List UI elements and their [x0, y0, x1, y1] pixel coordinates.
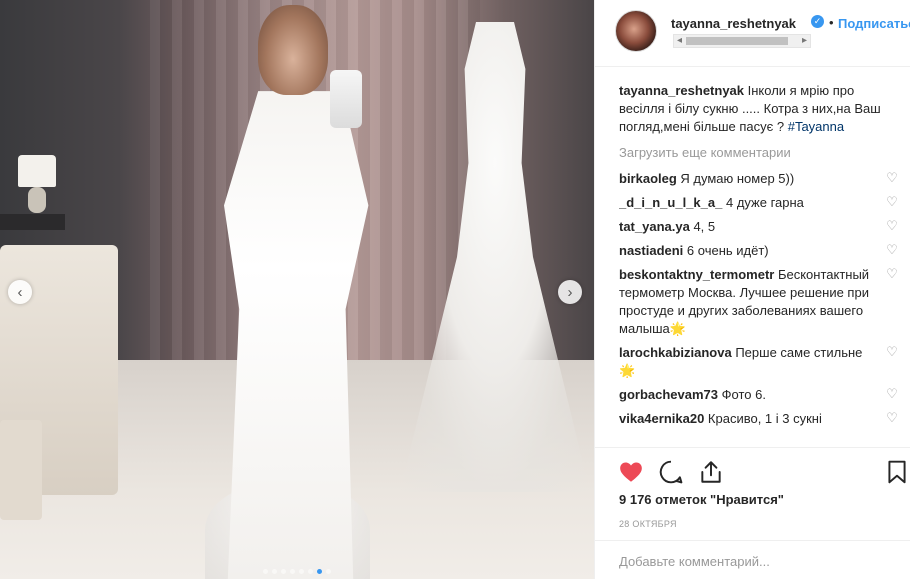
- verified-badge-icon: ✓: [811, 15, 824, 28]
- carousel-indicator: [0, 569, 594, 574]
- scrollbar-thumb[interactable]: [686, 37, 788, 45]
- carousel-dot: [308, 569, 313, 574]
- carousel-dot: [263, 569, 268, 574]
- comment-username[interactable]: larochkabizianova: [619, 345, 732, 360]
- chevron-right-icon: ›: [567, 283, 573, 301]
- comment-text: 6 очень идёт): [683, 243, 769, 258]
- post-actions: 9 176 отметок "Нравится" 28 ОКТЯБРЯ: [595, 447, 910, 579]
- carousel-dot: [290, 569, 295, 574]
- comment-item: nastiadeni 6 очень идёт) ♡: [619, 242, 899, 260]
- carousel-dot: [299, 569, 304, 574]
- comment-like-heart-icon[interactable]: ♡: [885, 387, 899, 401]
- carousel-next-button[interactable]: ›: [558, 280, 582, 304]
- comment-item: _d_i_n_u_l_k_a_ 4 дуже гарна ♡: [619, 194, 899, 212]
- comments-list[interactable]: tayanna_reshetnyak Інколи я мрію про вес…: [619, 82, 899, 446]
- carousel-dot: [281, 569, 286, 574]
- lamp: [18, 155, 56, 187]
- woman-head: [258, 5, 328, 95]
- comment-text: Фото 6.: [718, 387, 766, 402]
- add-comment-section: [595, 540, 910, 579]
- comment-username[interactable]: _d_i_n_u_l_k_a_: [619, 195, 722, 210]
- post-caption: tayanna_reshetnyak Інколи я мрію про вес…: [619, 82, 899, 136]
- comment-like-heart-icon[interactable]: ♡: [885, 171, 899, 185]
- scroll-right-icon[interactable]: ▸: [802, 35, 807, 47]
- follow-button[interactable]: Подписаться: [838, 16, 910, 31]
- comment-item: gorbachevam73 Фото 6. ♡: [619, 386, 899, 404]
- carousel-prev-button[interactable]: ‹: [8, 280, 32, 304]
- comment-text: Красиво, 1 і 3 сукні: [704, 411, 822, 426]
- side-table: [0, 214, 65, 230]
- comment-text: 4, 5: [689, 219, 716, 234]
- post-sidebar: tayanna_reshetnyak ✓ • Подписаться ◂ ▸ t…: [594, 0, 910, 579]
- comment-username[interactable]: beskontaktny_termometr: [619, 267, 774, 282]
- bookmark-icon[interactable]: [884, 459, 910, 485]
- carousel-dot: [326, 569, 331, 574]
- lamp-base: [28, 187, 46, 213]
- separator-dot: •: [829, 15, 834, 30]
- comment-text: 4 дуже гарна: [722, 195, 804, 210]
- comment-icon[interactable]: [658, 459, 684, 485]
- post-date[interactable]: 28 ОКТЯБРЯ: [619, 519, 677, 529]
- avatar[interactable]: [615, 10, 657, 52]
- comment-item: tat_yana.ya 4, 5 ♡: [619, 218, 899, 236]
- add-comment-input[interactable]: [619, 551, 889, 571]
- comment-username[interactable]: tat_yana.ya: [619, 219, 690, 234]
- comment-username[interactable]: birkaoleg: [619, 171, 677, 186]
- comment-like-heart-icon[interactable]: ♡: [885, 411, 899, 425]
- comment-item: beskontaktny_termometr Бесконтактный тер…: [619, 266, 899, 338]
- comment-like-heart-icon[interactable]: ♡: [885, 195, 899, 209]
- phone: [330, 70, 362, 128]
- comment-item: larochkabizianova Перше саме стильне 🌟 ♡: [619, 344, 899, 380]
- load-more-comments-button[interactable]: Загрузить еще комментарии: [619, 144, 899, 162]
- share-icon[interactable]: [698, 459, 724, 485]
- post-header: tayanna_reshetnyak ✓ • Подписаться ◂ ▸: [595, 0, 910, 67]
- scroll-left-icon[interactable]: ◂: [677, 35, 682, 47]
- armchair-second: [0, 420, 42, 520]
- comment-like-heart-icon[interactable]: ♡: [885, 267, 899, 281]
- comment-username[interactable]: nastiadeni: [619, 243, 683, 258]
- comment-like-heart-icon[interactable]: ♡: [885, 243, 899, 257]
- chevron-left-icon: ‹: [17, 283, 23, 301]
- comment-item: birkaoleg Я думаю номер 5)) ♡: [619, 170, 899, 188]
- header-username[interactable]: tayanna_reshetnyak: [671, 16, 796, 31]
- caption-hashtag[interactable]: #Tayanna: [788, 119, 844, 134]
- post-photo[interactable]: [0, 0, 594, 579]
- comment-item: vika4ernika20 Красиво, 1 і 3 сукні ♡: [619, 410, 899, 428]
- comment-like-heart-icon[interactable]: ♡: [885, 345, 899, 359]
- caption-username[interactable]: tayanna_reshetnyak: [619, 83, 744, 98]
- comment-username[interactable]: gorbachevam73: [619, 387, 718, 402]
- comment-text: Я думаю номер 5)): [676, 171, 795, 186]
- comment-like-heart-icon[interactable]: ♡: [885, 219, 899, 233]
- horizontal-scrollbar[interactable]: ◂ ▸: [673, 34, 811, 48]
- heart-icon[interactable]: [618, 459, 644, 485]
- carousel-dot: [272, 569, 277, 574]
- carousel-dot: [317, 569, 322, 574]
- likes-count[interactable]: 9 176 отметок "Нравится": [619, 492, 784, 507]
- comment-username[interactable]: vika4ernika20: [619, 411, 704, 426]
